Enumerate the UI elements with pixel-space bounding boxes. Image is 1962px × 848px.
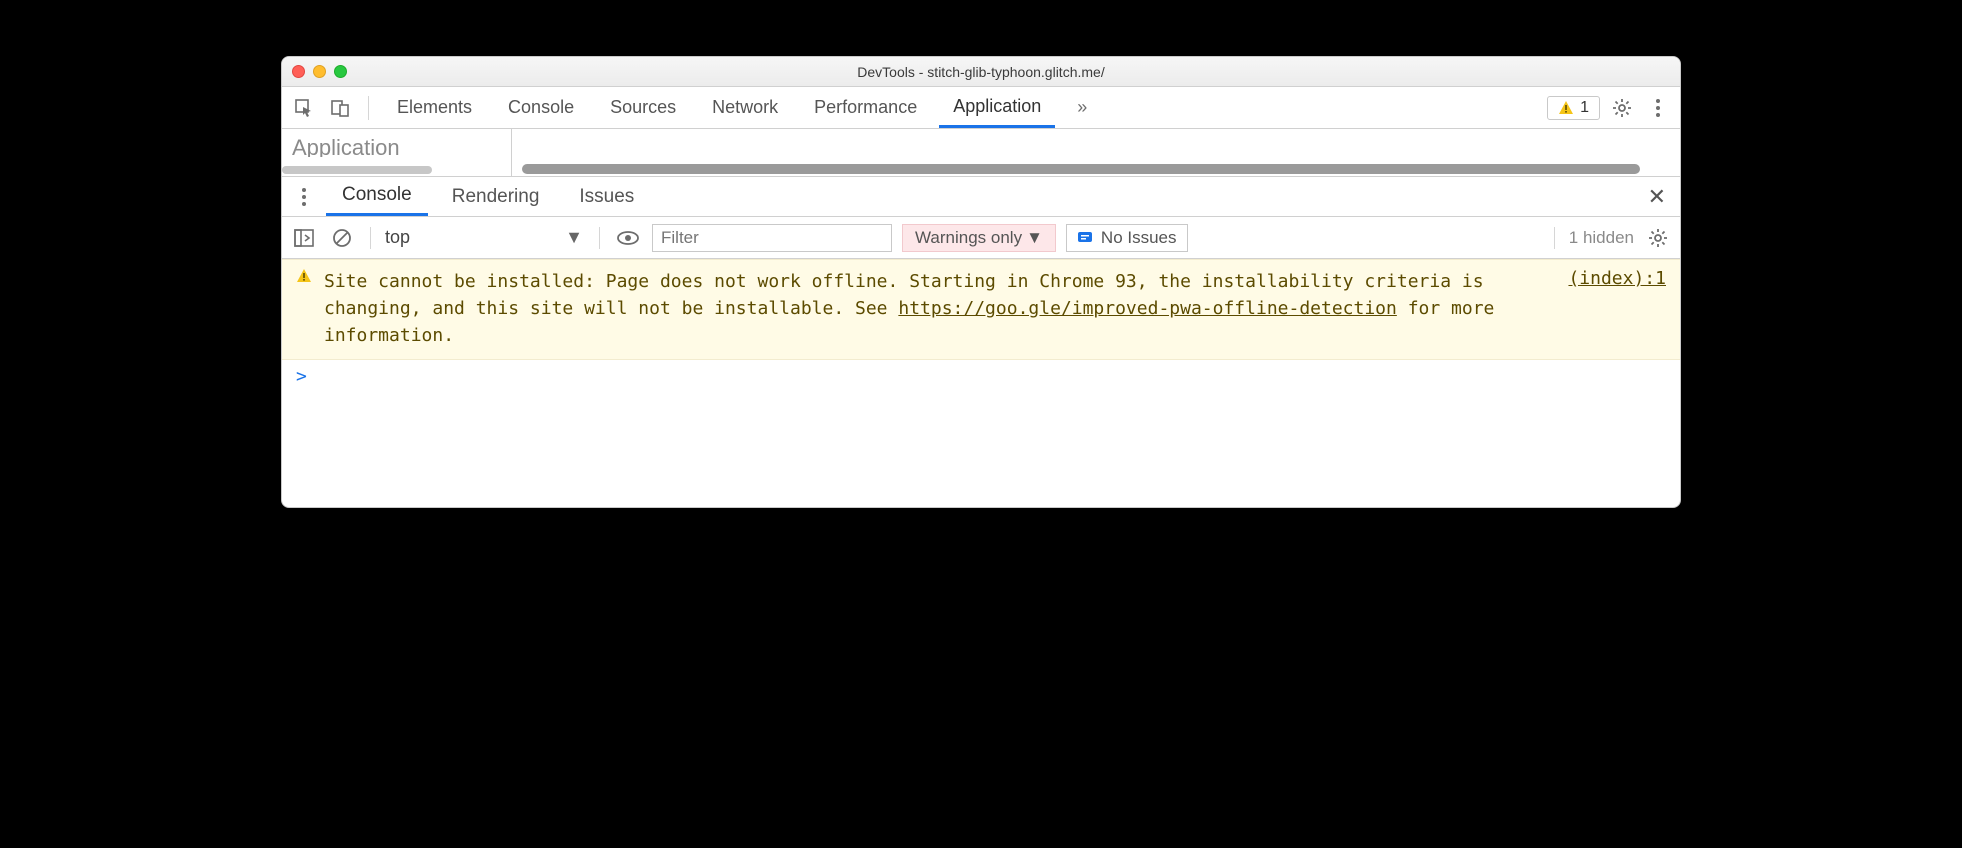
titlebar: DevTools - stitch-glib-typhoon.glitch.me… xyxy=(282,57,1680,87)
tab-application[interactable]: Application xyxy=(939,87,1055,128)
content-horizontal-scrollbar[interactable] xyxy=(522,164,1640,174)
tab-elements[interactable]: Elements xyxy=(383,87,486,128)
prompt-caret-icon: > xyxy=(296,366,307,387)
device-toolbar-icon[interactable] xyxy=(326,94,354,122)
console-settings-icon[interactable] xyxy=(1644,224,1672,252)
devtools-window: DevTools - stitch-glib-typhoon.glitch.me… xyxy=(281,56,1681,508)
sidebar-horizontal-scrollbar[interactable] xyxy=(282,166,432,174)
issues-badge[interactable]: 1 xyxy=(1547,96,1600,120)
inspect-element-icon[interactable] xyxy=(290,94,318,122)
warning-icon xyxy=(1558,100,1574,116)
context-selector[interactable]: top ▼ xyxy=(385,227,585,248)
drawer-more-icon[interactable] xyxy=(290,183,318,211)
live-expression-icon[interactable] xyxy=(614,224,642,252)
warning-message: Site cannot be installed: Page does not … xyxy=(324,268,1556,349)
log-level-selector[interactable]: Warnings only ▼ xyxy=(902,224,1056,252)
tab-performance[interactable]: Performance xyxy=(800,87,931,128)
application-content xyxy=(512,129,1680,176)
application-panel-strip: Application xyxy=(282,129,1680,177)
drawer-tabbar: Console Rendering Issues ✕ xyxy=(282,177,1680,217)
warning-icon xyxy=(296,268,312,349)
tab-console[interactable]: Console xyxy=(494,87,588,128)
tab-sources[interactable]: Sources xyxy=(596,87,690,128)
console-prompt[interactable]: > xyxy=(282,360,1680,507)
settings-icon[interactable] xyxy=(1608,94,1636,122)
tab-network[interactable]: Network xyxy=(698,87,792,128)
issues-button-label: No Issues xyxy=(1101,228,1177,248)
main-tabbar: Elements Console Sources Network Perform… xyxy=(282,87,1680,129)
drawer-tab-console[interactable]: Console xyxy=(326,177,428,216)
window-title: DevTools - stitch-glib-typhoon.glitch.me… xyxy=(282,64,1680,80)
console-toolbar: top ▼ Warnings only ▼ No Issues 1 hidden xyxy=(282,217,1680,259)
sidebar-heading: Application xyxy=(292,135,501,157)
drawer-close-button[interactable]: ✕ xyxy=(1642,184,1672,210)
hidden-messages-count[interactable]: 1 hidden xyxy=(1569,228,1634,248)
warning-source-link[interactable]: (index):1 xyxy=(1568,268,1666,349)
tabs-overflow-button[interactable]: » xyxy=(1063,87,1101,128)
caret-down-icon: ▼ xyxy=(1026,228,1043,248)
application-sidebar[interactable]: Application xyxy=(282,129,512,176)
drawer-tab-issues[interactable]: Issues xyxy=(563,177,650,216)
console-filter-input[interactable] xyxy=(652,224,892,252)
issues-button[interactable]: No Issues xyxy=(1066,224,1188,252)
more-menu-icon[interactable] xyxy=(1644,94,1672,122)
clear-console-icon[interactable] xyxy=(328,224,356,252)
log-level-label: Warnings only xyxy=(915,228,1022,248)
warning-link[interactable]: https://goo.gle/improved-pwa-offline-det… xyxy=(898,298,1397,319)
drawer-tab-rendering[interactable]: Rendering xyxy=(436,177,556,216)
console-warning-row[interactable]: Site cannot be installed: Page does not … xyxy=(282,259,1680,360)
issues-bubble-icon xyxy=(1077,230,1093,246)
context-value: top xyxy=(385,227,432,248)
caret-down-icon: ▼ xyxy=(565,227,583,248)
console-sidebar-toggle-icon[interactable] xyxy=(290,224,318,252)
issues-badge-count: 1 xyxy=(1580,99,1589,117)
